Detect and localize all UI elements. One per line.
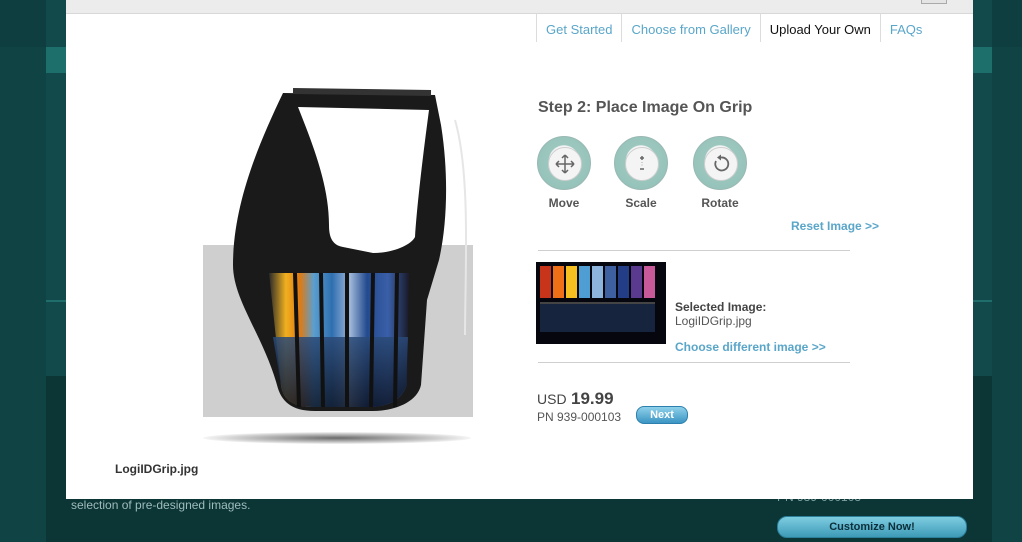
background-description: selection of pre-designed images. (71, 498, 251, 512)
rotate-tool-button[interactable]: Rotate (693, 136, 747, 210)
selected-image-thumbnail (536, 262, 666, 344)
scale-tool-button[interactable]: Scale (614, 136, 668, 210)
next-button[interactable]: Next (636, 406, 688, 424)
preview-filename: LogiIDGrip.jpg (115, 462, 199, 476)
customize-now-button[interactable]: Customize Now! (777, 516, 967, 538)
grip-preview[interactable] (203, 85, 473, 445)
mouse-grip-preview-graphic (233, 88, 468, 411)
step-title: Step 2: Place Image On Grip (538, 99, 753, 116)
divider-bottom (538, 362, 850, 363)
choose-different-image-link[interactable]: Choose different image >> (675, 340, 826, 354)
scale-icon (625, 147, 659, 181)
modal-close-button[interactable] (921, 0, 947, 4)
tab-get-started[interactable]: Get Started (536, 14, 621, 42)
scale-label: Scale (625, 196, 657, 210)
price: USD 19.99 (537, 389, 614, 409)
selected-image-label: Selected Image: (675, 300, 767, 314)
move-icon (548, 147, 582, 181)
move-tool-button[interactable]: Move (537, 136, 591, 210)
tab-upload-your-own[interactable]: Upload Your Own (759, 14, 880, 42)
rotate-tool-circle[interactable] (693, 136, 747, 190)
price-amount: 19.99 (571, 389, 614, 408)
price-currency: USD (537, 391, 567, 407)
rotate-icon (704, 147, 738, 181)
modal-tabs: Get Started Choose from Gallery Upload Y… (536, 14, 931, 42)
modal-title-bar (66, 0, 973, 14)
scale-tool-circle[interactable] (614, 136, 668, 190)
move-tool-circle[interactable] (537, 136, 591, 190)
selected-image-filename: LogiIDGrip.jpg (675, 314, 752, 328)
part-number: PN 939-000103 (537, 410, 622, 424)
tab-choose-from-gallery[interactable]: Choose from Gallery (621, 14, 759, 42)
tab-faqs[interactable]: FAQs (879, 14, 932, 42)
move-label: Move (548, 196, 580, 210)
customizer-modal: Get Started Choose from Gallery Upload Y… (66, 0, 973, 499)
rotate-label: Rotate (701, 196, 739, 210)
reset-image-link[interactable]: Reset Image >> (791, 219, 879, 233)
grip-shadow (203, 432, 471, 444)
divider-top (538, 250, 850, 251)
